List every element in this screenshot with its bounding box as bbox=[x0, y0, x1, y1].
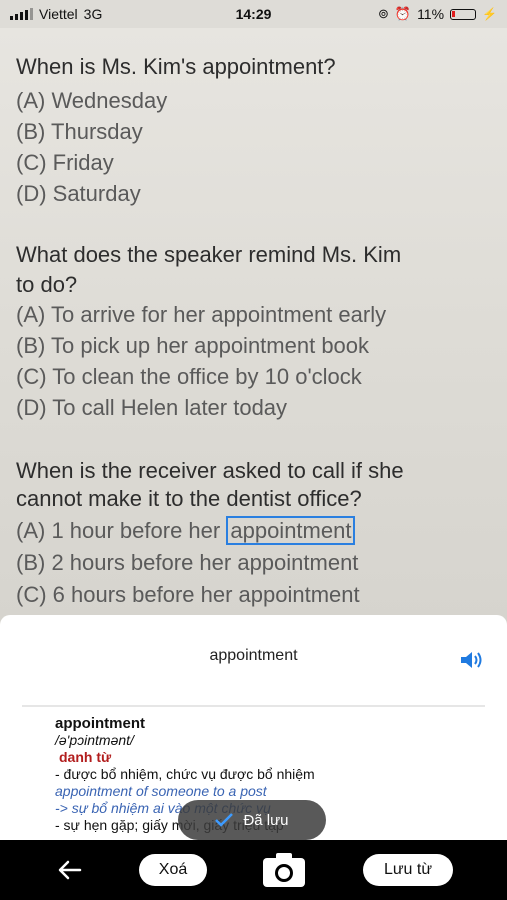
entry-word: appointment bbox=[55, 715, 145, 732]
entry-example-1: appointment of someone to a post bbox=[55, 783, 267, 799]
question-1-option-b: (B) Thursday bbox=[16, 119, 143, 144]
delete-button[interactable]: Xoá bbox=[139, 854, 207, 886]
status-bar: Viettel 3G 14:29 ⊚ ⏰ 11% ⚡ bbox=[0, 0, 507, 28]
entry-phonetic: /ə'pɔintmənt/ bbox=[55, 732, 134, 748]
alarm-icon: ⏰ bbox=[394, 6, 412, 21]
speaker-icon[interactable] bbox=[459, 649, 485, 671]
battery-percent: 11% bbox=[417, 6, 445, 22]
camera-icon[interactable] bbox=[262, 852, 306, 888]
charging-icon: ⚡ bbox=[482, 7, 497, 21]
question-3-option-c: (C) 6 hours before her appointment bbox=[16, 582, 360, 607]
question-2-option-d: (D) To call Helen later today bbox=[16, 395, 288, 420]
question-3-line-1: When is the receiver asked to call if sh… bbox=[16, 458, 404, 483]
status-right: ⊚ ⏰ 11% ⚡ bbox=[378, 6, 497, 22]
save-word-button[interactable]: Lưu từ bbox=[363, 854, 453, 886]
question-2-option-b: (B) To pick up her appointment book bbox=[16, 333, 370, 358]
entry-meaning-1: - được bổ nhiệm, chức vụ được bổ nhiệm bbox=[55, 766, 315, 782]
battery-icon bbox=[450, 8, 477, 20]
entry-part-of-speech: danh từ bbox=[59, 749, 112, 765]
network-type: 3G bbox=[83, 6, 103, 22]
selected-word-highlight[interactable]: appointment bbox=[226, 516, 356, 545]
search-word: appointment bbox=[209, 647, 298, 664]
status-left: Viettel 3G bbox=[10, 6, 102, 22]
orientation-lock-icon: ⊚ bbox=[377, 6, 389, 21]
question-1-option-d: (D) Saturday bbox=[16, 181, 141, 206]
question-2-option-a: (A) To arrive for her appointment early bbox=[16, 302, 387, 327]
question-3-option-b: (B) 2 hours before her appointment bbox=[16, 550, 359, 575]
back-arrow-icon[interactable] bbox=[56, 856, 84, 884]
question-2-line-1: What does the speaker remind Ms. Kim bbox=[16, 242, 402, 267]
saved-toast: Đã lưu bbox=[178, 800, 326, 840]
divider bbox=[22, 705, 485, 707]
camera-view[interactable]: When is Ms. Kim's appointment? (A) Wedne… bbox=[0, 28, 507, 628]
toast-label: Đã lưu bbox=[243, 811, 289, 829]
question-1-option-a: (A) Wednesday bbox=[16, 88, 168, 113]
question-3-option-a-text: (A) 1 hour before her bbox=[16, 518, 221, 543]
bottom-toolbar: Xoá Lưu từ bbox=[0, 840, 507, 900]
question-3-option-a: (A) 1 hour before her appointment bbox=[16, 516, 356, 545]
question-1-text: When is Ms. Kim's appointment? bbox=[16, 54, 336, 79]
question-1-option-c: (C) Friday bbox=[16, 150, 114, 175]
signal-icon bbox=[10, 8, 33, 20]
question-2-line-2: to do? bbox=[16, 272, 78, 297]
status-time: 14:29 bbox=[235, 6, 272, 22]
question-3-line-2: cannot make it to the dentist office? bbox=[16, 486, 362, 511]
checkmark-icon bbox=[215, 813, 234, 827]
question-2-option-c: (C) To clean the office by 10 o'clock bbox=[16, 364, 362, 389]
carrier-name: Viettel bbox=[39, 6, 78, 22]
